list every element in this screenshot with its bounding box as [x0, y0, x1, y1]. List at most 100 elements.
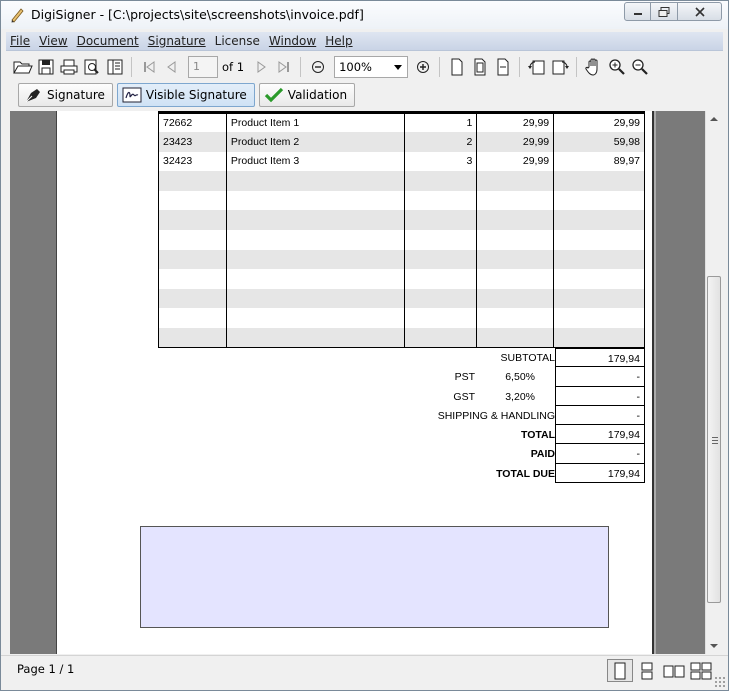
- last-page-icon[interactable]: [273, 56, 295, 78]
- page-status: Page 1 / 1: [17, 662, 75, 676]
- visible-signature-field[interactable]: [140, 526, 609, 628]
- menu-view[interactable]: View: [39, 34, 67, 48]
- zoom-in-icon[interactable]: [606, 56, 628, 78]
- zoom-out-circle-icon[interactable]: [307, 56, 329, 78]
- zoom-out-icon[interactable]: [629, 56, 651, 78]
- open-folder-icon[interactable]: [12, 56, 34, 78]
- vertical-scrollbar[interactable]: [705, 111, 721, 654]
- cell-qty: [403, 249, 478, 270]
- title-bar[interactable]: DigiSigner - [C:\projects\site\screensho…: [1, 1, 728, 29]
- document-properties-icon[interactable]: [104, 56, 126, 78]
- next-page-icon[interactable]: [250, 56, 272, 78]
- menu-file[interactable]: File: [10, 34, 30, 48]
- continuous-view-button[interactable]: [634, 659, 660, 682]
- signature-button[interactable]: Signature: [18, 82, 113, 107]
- table-row: [158, 210, 645, 230]
- first-page-icon[interactable]: [138, 56, 160, 78]
- close-icon: [694, 6, 705, 17]
- validation-button[interactable]: Validation: [258, 82, 356, 107]
- table-row: [158, 308, 645, 328]
- cell-price: [476, 327, 555, 348]
- cell-qty: [403, 288, 478, 309]
- continuous-facing-view-icon: [690, 662, 712, 679]
- cell-description: Product Item 3: [225, 151, 405, 172]
- cell-total: 29,99: [553, 112, 645, 133]
- table-row: [158, 190, 645, 211]
- continuous-view-icon: [641, 662, 653, 679]
- cell-price: [476, 229, 555, 250]
- print-icon[interactable]: [58, 56, 80, 78]
- table-row: 32423 Product Item 3 3 29,99 89,97: [158, 151, 645, 172]
- menu-window[interactable]: Window: [269, 34, 316, 48]
- continuous-facing-view-button[interactable]: [688, 659, 714, 682]
- rotate-right-icon[interactable]: [549, 56, 571, 78]
- rotate-left-icon[interactable]: [526, 56, 548, 78]
- cell-description: Product Item 2: [225, 132, 405, 152]
- menu-help[interactable]: Help: [325, 34, 352, 48]
- cell-qty: [403, 210, 478, 230]
- subtotal-row: SUBTOTAL 179,94: [367, 348, 645, 368]
- close-button[interactable]: [678, 2, 722, 21]
- maximize-button[interactable]: [651, 2, 678, 21]
- cell-code: [158, 288, 227, 309]
- cell-code: [158, 190, 227, 211]
- page-count-label: of 1: [222, 60, 245, 74]
- total-due-row: TOTAL DUE 179,94: [367, 463, 645, 484]
- scrollbar-thumb[interactable]: [707, 276, 721, 603]
- fit-width-icon[interactable]: [492, 56, 514, 78]
- cell-price: [476, 190, 555, 211]
- document-viewport[interactable]: 72662 Product Item 1 1 29,99 29,99 23423 Produ…: [10, 111, 721, 654]
- single-page-icon[interactable]: [446, 56, 468, 78]
- table-row: [158, 269, 645, 289]
- shipping-row: SHIPPING & HANDLING -: [367, 405, 645, 426]
- cell-qty: [403, 190, 478, 211]
- pen-app-icon: [11, 8, 24, 23]
- fit-page-icon[interactable]: [469, 56, 491, 78]
- zoom-select[interactable]: 100%: [334, 56, 409, 78]
- table-row: [158, 229, 645, 250]
- paid-row: PAID -: [367, 444, 645, 464]
- cell-code: [158, 249, 227, 270]
- scroll-down-icon[interactable]: [710, 644, 718, 648]
- hand-tool-icon[interactable]: [583, 56, 605, 78]
- menu-license[interactable]: License: [215, 34, 260, 48]
- cell-qty: [403, 308, 478, 328]
- cell-total: [553, 190, 645, 211]
- fountain-pen-icon: [23, 86, 43, 104]
- menu-signature[interactable]: Signature: [148, 34, 206, 48]
- minimize-button[interactable]: [624, 2, 651, 21]
- invoice-totals: SUBTOTAL 179,94 PST 6,50% - GST 3,20% - …: [367, 348, 645, 484]
- visible-signature-button[interactable]: Visible Signature: [116, 82, 255, 107]
- cell-total: [553, 288, 645, 309]
- checkmark-icon: [264, 86, 284, 104]
- cell-code: 72662: [158, 112, 227, 133]
- page-number-input[interactable]: 1: [188, 56, 218, 78]
- previous-page-icon[interactable]: [161, 56, 183, 78]
- restore-icon: [658, 6, 670, 17]
- scroll-up-icon[interactable]: [710, 117, 718, 121]
- invoice-items-table: 72662 Product Item 1 1 29,99 29,99 23423 Produ…: [158, 111, 645, 348]
- menu-document[interactable]: Document: [77, 34, 139, 48]
- facing-view-button[interactable]: [661, 659, 687, 682]
- zoom-in-circle-icon[interactable]: [412, 56, 434, 78]
- minimize-icon: [633, 12, 642, 15]
- cell-qty: [403, 229, 478, 250]
- app-window: DigiSigner - [C:\projects\site\screensho…: [0, 0, 729, 691]
- table-row: [158, 249, 645, 270]
- cell-price: [476, 288, 555, 309]
- table-row: [158, 171, 645, 191]
- cell-description: [225, 190, 405, 211]
- facing-view-icon: [663, 665, 685, 677]
- cell-code: [158, 308, 227, 328]
- cell-code: [158, 229, 227, 250]
- cell-code: 32423: [158, 151, 227, 172]
- cell-description: [225, 269, 405, 289]
- cell-code: [158, 171, 227, 191]
- print-preview-icon[interactable]: [81, 56, 103, 78]
- table-row: [158, 288, 645, 309]
- pdf-page: 72662 Product Item 1 1 29,99 29,99 23423 Produ…: [56, 111, 654, 654]
- save-icon[interactable]: [35, 56, 57, 78]
- cell-description: [225, 327, 405, 348]
- resize-grip[interactable]: [714, 676, 726, 688]
- single-page-view-button[interactable]: [607, 659, 633, 682]
